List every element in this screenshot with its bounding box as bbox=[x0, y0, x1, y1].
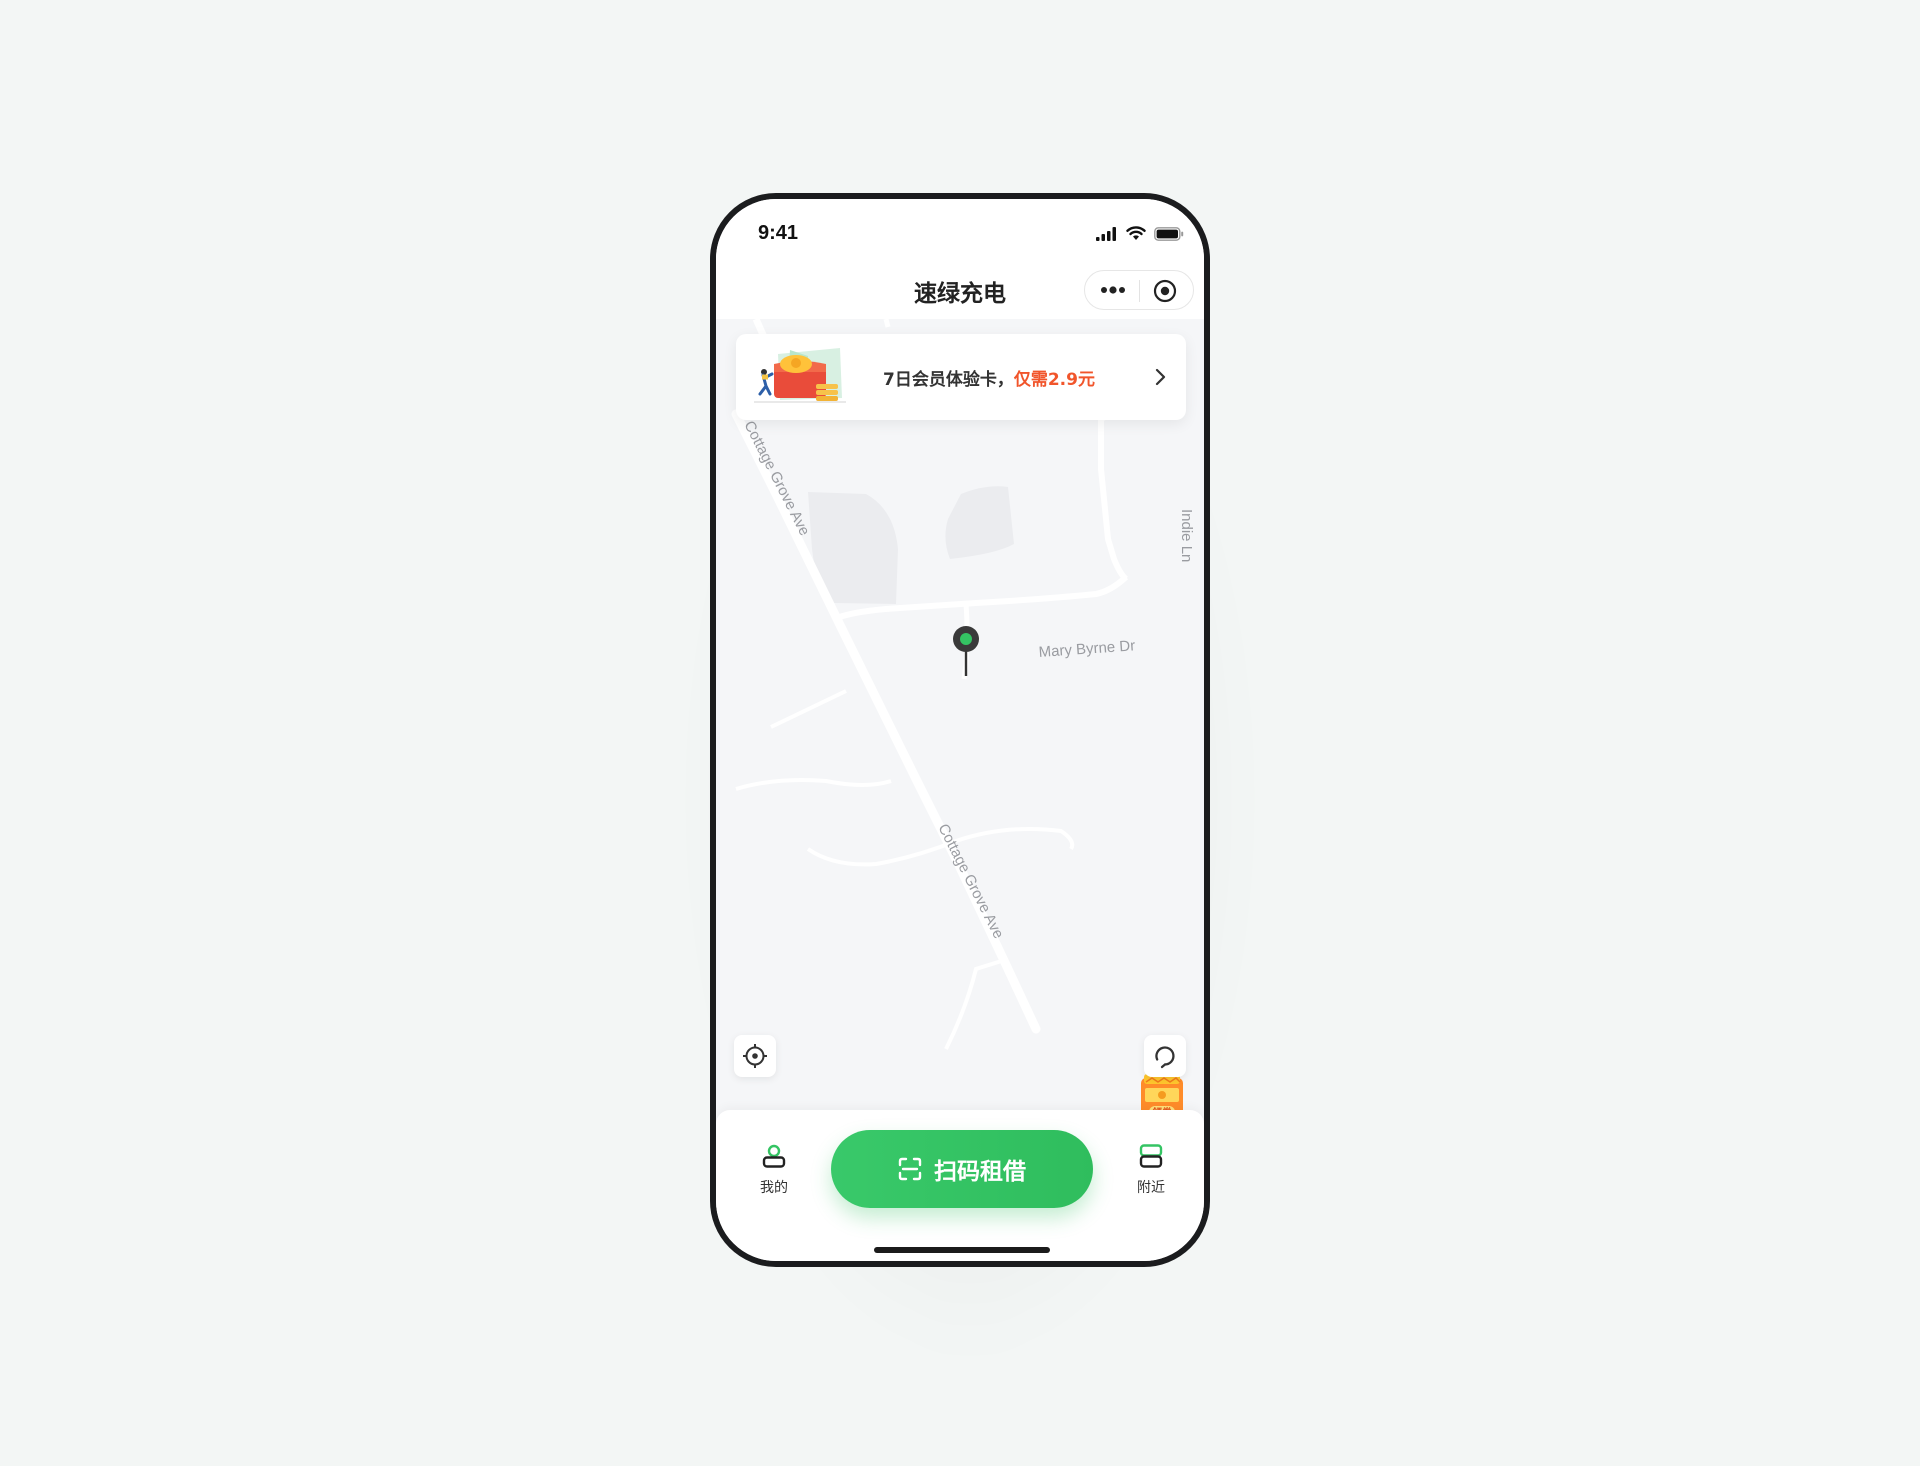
promo-text: 7日会员体验卡，仅需2.9元 bbox=[883, 365, 1095, 390]
locate-button[interactable] bbox=[734, 1035, 776, 1077]
map-block bbox=[945, 486, 1014, 559]
phone-frame: 9:41 速绿充电 Cottage Grove Ave Cottage Grov… bbox=[710, 193, 1210, 1267]
map-roads: Cottage Grove Ave Cottage Grove Ave Mary… bbox=[731, 319, 1195, 1139]
street-label: Mary Byrne Dr bbox=[1038, 637, 1136, 661]
status-icons bbox=[1096, 226, 1184, 241]
street-label: Indie Ln bbox=[1178, 509, 1195, 562]
promo-main-text: 7日会员体验卡， bbox=[883, 370, 1014, 390]
crosshair-icon bbox=[743, 1044, 767, 1068]
battery-icon bbox=[1154, 226, 1184, 241]
wallet-illustration bbox=[754, 348, 846, 403]
more-icon[interactable] bbox=[1100, 283, 1126, 297]
user-icon bbox=[762, 1144, 786, 1168]
map-view[interactable]: Cottage Grove Ave Cottage Grove Ave Mary… bbox=[716, 319, 1204, 1139]
member-promo-banner[interactable]: 7日会员体验卡，仅需2.9元 bbox=[736, 334, 1186, 420]
store-icon bbox=[1139, 1144, 1163, 1168]
bottom-bar: 我的 扫码租借 附近 bbox=[716, 1110, 1204, 1261]
location-pin-icon bbox=[953, 626, 979, 676]
wifi-icon bbox=[1126, 226, 1146, 240]
capsule-divider bbox=[1139, 280, 1140, 302]
status-time: 9:41 bbox=[758, 222, 799, 244]
tab-nearby[interactable]: 附近 bbox=[1121, 1143, 1181, 1197]
promo-price-text: 仅需2.9元 bbox=[1013, 370, 1095, 390]
chevron-right-icon bbox=[1155, 368, 1166, 386]
signal-icon bbox=[1096, 226, 1116, 241]
scan-rent-label: 扫码租借 bbox=[934, 1159, 1026, 1185]
street-label: Cottage Grove Ave bbox=[740, 418, 813, 538]
tab-nearby-label: 附近 bbox=[1137, 1180, 1165, 1196]
status-bar: 9:41 bbox=[716, 199, 1204, 261]
close-target-icon[interactable] bbox=[1153, 279, 1177, 303]
nav-bar: 速绿充电 bbox=[716, 261, 1204, 319]
refresh-button[interactable] bbox=[1144, 1035, 1186, 1077]
home-indicator bbox=[874, 1247, 1050, 1253]
street-label: Cottage Grove Ave bbox=[934, 821, 1007, 941]
scan-icon bbox=[898, 1157, 922, 1181]
scan-rent-button[interactable]: 扫码租借 bbox=[831, 1130, 1093, 1208]
refresh-icon bbox=[1155, 1046, 1175, 1069]
mini-program-capsule bbox=[1084, 270, 1194, 310]
tab-mine[interactable]: 我的 bbox=[744, 1143, 804, 1197]
tab-mine-label: 我的 bbox=[760, 1180, 788, 1196]
